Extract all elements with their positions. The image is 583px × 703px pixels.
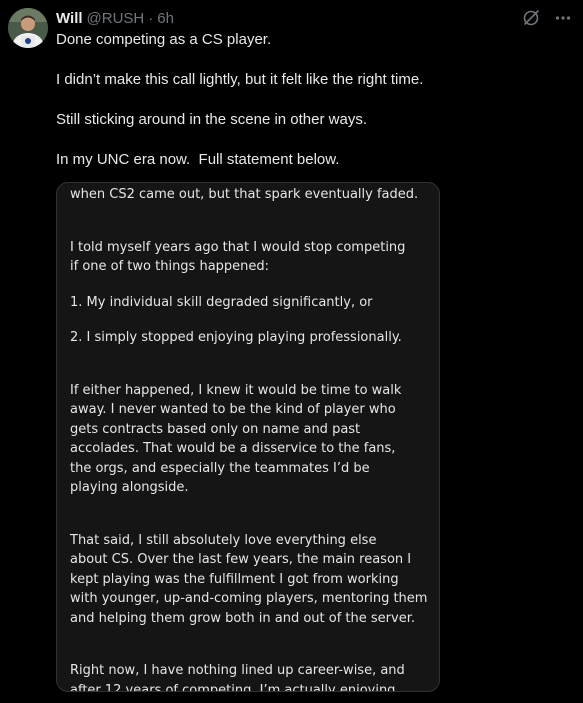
statement-line: if one of two things happened: bbox=[70, 259, 270, 274]
tweet-line: Done competing as a CS player. bbox=[56, 31, 272, 48]
tweet-header: Will @RUSH · 6h bbox=[56, 8, 174, 28]
statement-image[interactable]: when CS2 came out, but that spark eventu… bbox=[56, 182, 440, 692]
author-handle[interactable]: @RUSH bbox=[87, 10, 145, 27]
statement-line: and helping them grow both in and out of… bbox=[70, 610, 415, 626]
author-name[interactable]: Will bbox=[56, 10, 83, 27]
statement-line: after 12 years of competing, I’m actuall… bbox=[70, 682, 396, 692]
statement-line: about CS. Over the last few years, the m… bbox=[70, 552, 412, 567]
statement-text: when CS2 came out, but that spark eventu… bbox=[70, 185, 439, 692]
tweet-line: Still sticking around in the scene in ot… bbox=[56, 111, 367, 128]
statement-line: away. I never wanted to be the kind of p… bbox=[70, 402, 396, 417]
statement-line: If either happened, I knew it would be t… bbox=[70, 382, 402, 398]
statement-line: Right now, I have nothing lined up caree… bbox=[70, 663, 405, 678]
statement-line: kept playing was the fulfillment I got f… bbox=[70, 571, 399, 587]
slashed-circle-icon[interactable] bbox=[521, 8, 541, 28]
tweet-line: In my UNC era now. Full statement below. bbox=[56, 151, 340, 168]
avatar[interactable] bbox=[8, 8, 48, 48]
statement-line: accolades. That would be a disservice to… bbox=[70, 441, 396, 456]
more-horizontal-icon[interactable] bbox=[553, 8, 573, 28]
statement-line: I told myself years ago that I would sto… bbox=[70, 239, 406, 255]
header-actions bbox=[521, 8, 573, 28]
post-time[interactable]: 6h bbox=[157, 10, 174, 27]
statement-line: 2. I simply stopped enjoying playing pro… bbox=[70, 330, 402, 345]
tweet-line: I didn’t make this call lightly, but it … bbox=[56, 71, 424, 88]
statement-line: when CS2 came out, but that spark eventu… bbox=[70, 187, 419, 202]
statement-line: with younger, up-and-coming players, men… bbox=[70, 591, 428, 606]
statement-line: gets contracts based only on name and pa… bbox=[70, 421, 361, 437]
statement-line: 1. My individual skill degraded signific… bbox=[70, 294, 373, 310]
separator-dot: · bbox=[148, 9, 154, 27]
statement-line: the orgs, and especially the teammates I… bbox=[70, 460, 370, 476]
statement-line: That said, I still absolutely love every… bbox=[70, 532, 377, 548]
statement-line: playing alongside. bbox=[70, 480, 189, 495]
profile-photo bbox=[8, 8, 48, 48]
tweet-text: Done competing as a CS player. I didn’t … bbox=[56, 30, 556, 190]
